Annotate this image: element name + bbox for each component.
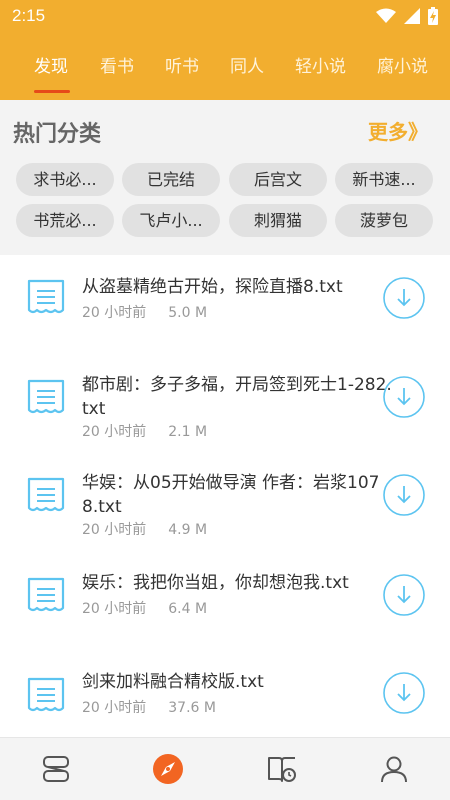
more-link[interactable]: 更多》 — [368, 116, 428, 145]
category-chip[interactable]: 刺猬猫 — [229, 204, 327, 237]
category-chip[interactable]: 菠萝包 — [335, 204, 433, 237]
category-chip[interactable]: 飞卢小... — [122, 204, 220, 237]
battery-icon — [428, 7, 438, 25]
tab-discover[interactable]: 发现 — [34, 52, 68, 77]
download-icon[interactable] — [382, 276, 426, 320]
bookshelf-icon[interactable] — [39, 752, 73, 786]
file-time: 20 小时前 — [82, 424, 147, 440]
file-meta: 20 小时前 4.9 M — [82, 519, 207, 539]
file-meta: 20 小时前 5.0 M — [82, 302, 207, 322]
file-size: 5.0 M — [168, 305, 208, 321]
bottom-nav — [0, 737, 450, 800]
tab-fanfic[interactable]: 同人 — [230, 52, 264, 77]
file-size: 37.6 M — [168, 700, 216, 716]
app-header: 2:15 发现 看书 听书 同人 轻小说 腐小说 — [0, 0, 450, 100]
status-icons — [376, 7, 438, 25]
wifi-icon — [376, 8, 396, 23]
category-chip[interactable]: 书荒必... — [16, 204, 114, 237]
file-size: 6.4 M — [168, 601, 208, 617]
file-title: 华娱：从05开始做导演 作者：岩浆1078.txt — [82, 473, 380, 517]
document-icon — [27, 577, 65, 612]
document-icon — [27, 379, 65, 414]
section-title: 热门分类 — [13, 122, 102, 147]
tab-bl-novel[interactable]: 腐小说 — [377, 52, 428, 77]
category-chip[interactable]: 已完结 — [122, 163, 220, 196]
document-icon — [27, 279, 65, 314]
file-list: 从盗墓精绝古开始，探险直播8.txt 20 小时前 5.0 M 都市剧：多子多福，… — [0, 255, 450, 735]
file-meta: 20 小时前 6.4 M — [82, 598, 207, 618]
category-chip[interactable]: 新书速... — [335, 163, 433, 196]
top-tabs: 发现 看书 听书 同人 轻小说 腐小说 — [0, 52, 450, 93]
file-meta: 20 小时前 2.1 M — [82, 421, 207, 441]
download-icon[interactable] — [382, 573, 426, 617]
file-time: 20 小时前 — [82, 305, 147, 321]
download-icon[interactable] — [382, 375, 426, 419]
tab-listen[interactable]: 听书 — [165, 52, 199, 77]
document-icon — [27, 477, 65, 512]
file-meta: 20 小时前 37.6 M — [82, 697, 216, 717]
file-title: 娱乐：我把你当姐，你却想泡我.txt — [82, 573, 349, 593]
file-time: 20 小时前 — [82, 700, 147, 716]
category-chip[interactable]: 后宫文 — [229, 163, 327, 196]
status-time: 2:15 — [12, 6, 46, 25]
download-icon[interactable] — [382, 473, 426, 517]
file-size: 4.9 M — [168, 522, 208, 538]
active-tab-indicator — [34, 90, 70, 93]
file-title: 从盗墓精绝古开始，探险直播8.txt — [82, 277, 343, 297]
history-book-icon[interactable] — [265, 752, 299, 786]
hot-categories: 热门分类 更多》 求书必... 已完结 后宫文 新书速... 书荒必... 飞卢… — [0, 100, 450, 255]
file-title: 都市剧：多子多福，开局签到死士1-282.txt — [82, 375, 392, 419]
file-time: 20 小时前 — [82, 601, 147, 617]
status-bar: 2:15 — [0, 0, 450, 32]
compass-icon[interactable] — [151, 752, 185, 786]
tab-light-novel[interactable]: 轻小说 — [295, 52, 346, 77]
file-title: 剑来加料融合精校版.txt — [82, 672, 264, 692]
download-icon[interactable] — [382, 671, 426, 715]
signal-icon — [404, 8, 420, 24]
file-size: 2.1 M — [168, 424, 208, 440]
profile-icon[interactable] — [377, 752, 411, 786]
tab-read[interactable]: 看书 — [100, 52, 134, 77]
category-chip[interactable]: 求书必... — [16, 163, 114, 196]
document-icon — [27, 677, 65, 712]
file-time: 20 小时前 — [82, 522, 147, 538]
